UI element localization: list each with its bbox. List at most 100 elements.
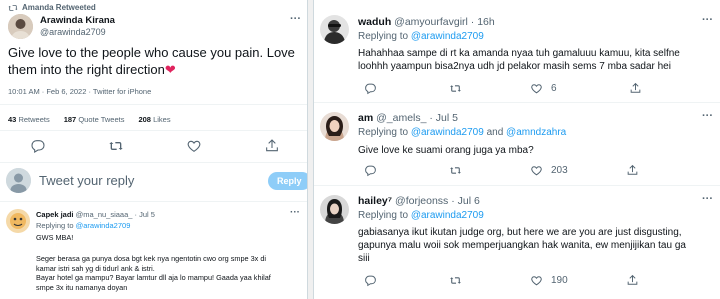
reply-time[interactable]: · Jul 5: [429, 112, 458, 124]
mention-link[interactable]: @arawinda2709: [411, 127, 484, 138]
reply-header: Capek jadi @ma_nu_siaaa_ · Jul 5: [36, 210, 155, 219]
author-photo: [8, 14, 33, 39]
divider: [0, 201, 307, 202]
retweet-icon: [8, 4, 18, 11]
reply-icon[interactable]: [364, 274, 377, 287]
avatar[interactable]: [320, 112, 349, 141]
more-icon[interactable]: ···: [702, 14, 713, 26]
divider: [0, 104, 307, 105]
reply-author-handle[interactable]: @ma_nu_siaaa_: [76, 210, 133, 219]
reply-line: kamar istri sah yg di tidurl ank & istri…: [36, 263, 155, 273]
reply-author-name[interactable]: waduh: [358, 16, 391, 28]
like-count: 6: [551, 83, 557, 94]
share-icon[interactable]: [629, 82, 642, 95]
reply-line: gabiasanya ikut ikutan judge org, but he…: [358, 227, 682, 238]
reply-icon[interactable]: [364, 82, 377, 95]
reply-actions: 190: [364, 274, 694, 287]
mention-link[interactable]: @arawinda2709: [411, 31, 484, 42]
reply-author-photo: [6, 209, 30, 233]
like-icon[interactable]: [530, 274, 543, 287]
reply-line: Hahahhaa sampe di rt ka amanda nyaa tuh …: [358, 48, 680, 59]
like-count: 203: [551, 165, 568, 176]
share-icon[interactable]: [626, 164, 639, 177]
avatar[interactable]: [320, 195, 349, 224]
tweet-text: Give love to the people who cause you pa…: [8, 44, 303, 78]
more-icon[interactable]: ···: [290, 13, 301, 25]
reply-author-photo: [320, 112, 349, 141]
reply-author-photo: [320, 195, 349, 224]
retweet-icon[interactable]: [449, 164, 462, 177]
divider: [314, 185, 720, 186]
mention-link[interactable]: @amndzahra: [506, 127, 566, 138]
more-icon[interactable]: ···: [290, 207, 300, 218]
reply-input[interactable]: Tweet your reply: [39, 173, 134, 188]
reply-line: Give love ke suami orang juga ya mba?: [358, 145, 534, 156]
reply-author-name[interactable]: hailey⁷: [358, 195, 392, 207]
divider: [314, 102, 720, 103]
reply-line: siii: [358, 253, 370, 264]
tweet-meta: 10:01 AM · Feb 6, 2022 · Twitter for iPh…: [8, 87, 152, 96]
reply-line: GWS MBA!: [36, 233, 74, 242]
like-icon[interactable]: [530, 82, 543, 95]
mention-link[interactable]: @arawinda2709: [411, 210, 484, 221]
tweet-actions: [30, 138, 280, 154]
reply-author-name[interactable]: am: [358, 112, 373, 124]
reply-author-photo: [320, 15, 349, 44]
author-handle[interactable]: @arawinda2709: [40, 27, 106, 37]
tweet-body: Give love to the people who cause you pa…: [8, 45, 295, 77]
reply-button[interactable]: Reply: [268, 172, 307, 190]
avatar[interactable]: [320, 15, 349, 44]
reply-author-handle[interactable]: @amyourfavgirl: [394, 16, 468, 28]
avatar: [6, 168, 31, 193]
retweet-icon[interactable]: [108, 138, 124, 154]
reply-composer[interactable]: Tweet your reply: [6, 168, 134, 193]
reply-time[interactable]: · Jul 5: [135, 210, 155, 219]
replying-to: Replying to @arawinda2709: [358, 210, 484, 221]
author-name[interactable]: Arawinda Kirana: [40, 15, 115, 26]
replying-to: Replying to @arawinda2709: [36, 221, 131, 230]
reply-icon[interactable]: [30, 138, 46, 154]
mention-link[interactable]: @arawinda2709: [76, 221, 131, 230]
more-icon[interactable]: ···: [702, 193, 713, 205]
share-icon[interactable]: [264, 138, 280, 154]
retweet-icon[interactable]: [449, 274, 462, 287]
reply-time[interactable]: · 16h: [471, 16, 495, 28]
reply-actions: 203: [364, 164, 694, 177]
replying-to: Replying to @arawinda2709: [358, 31, 484, 42]
divider: [0, 130, 307, 131]
reply-line: loohhh yaampun bisa2nya udh jd pelakor m…: [358, 61, 671, 72]
reply-line: Bayar hotel ga mampu? Bayar lamtur dll a…: [36, 273, 271, 282]
default-user-icon: [6, 168, 31, 193]
replies-panel: waduh @amyourfavgirl · 16h ··· Replying …: [313, 0, 720, 299]
stat-likes[interactable]: 208 Likes: [138, 115, 170, 124]
reply-author-handle[interactable]: @forjeonss: [395, 195, 448, 207]
like-icon[interactable]: [186, 138, 202, 154]
reply-line: Seger berasa ga punya dosa bgt kek nya n…: [36, 254, 266, 263]
divider: [0, 162, 307, 163]
reply-time[interactable]: · Jul 6: [451, 195, 480, 207]
stat-retweets[interactable]: 43 Retweets: [8, 115, 50, 124]
like-icon[interactable]: [530, 164, 543, 177]
reply-line: smpe 3x itu namanya doyan: [36, 282, 128, 292]
retweet-indicator: Amanda Retweeted: [8, 3, 96, 12]
share-icon[interactable]: [626, 274, 639, 287]
reply-author-handle[interactable]: @_amels_: [376, 112, 426, 124]
reply-author-name[interactable]: Capek jadi: [36, 210, 74, 219]
avatar[interactable]: [8, 14, 33, 39]
heart-emoji-icon: ❤: [164, 62, 176, 77]
reply-icon[interactable]: [364, 164, 377, 177]
reply-header: am @_amels_ · Jul 5: [358, 112, 458, 124]
reply-header: hailey⁷ @forjeonss · Jul 6: [358, 195, 480, 207]
tweet-stats: 43 Retweets 187 Quote Tweets 208 Likes: [8, 115, 171, 124]
retweet-icon[interactable]: [449, 82, 462, 95]
avatar[interactable]: [6, 209, 30, 233]
reply-actions: 6: [364, 82, 694, 95]
reply-line: gapunya malu woii sok memperjuangkan hak…: [358, 240, 686, 251]
retweet-label: Amanda Retweeted: [22, 3, 96, 12]
replying-to: Replying to @arawinda2709 and @amndzahra: [358, 127, 567, 138]
reply-header: waduh @amyourfavgirl · 16h: [358, 16, 495, 28]
more-icon[interactable]: ···: [702, 110, 713, 122]
stat-quotes[interactable]: 187 Quote Tweets: [64, 115, 125, 124]
like-count: 190: [551, 275, 568, 286]
main-tweet-panel: Amanda Retweeted Arawinda Kirana @arawin…: [0, 0, 308, 299]
